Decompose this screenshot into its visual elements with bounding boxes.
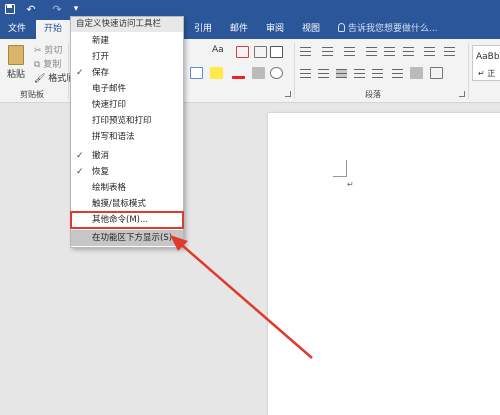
redo-icon[interactable]: ↷	[50, 2, 64, 17]
menu-item-quick-print[interactable]: 快速打印	[71, 97, 183, 113]
copy-button[interactable]: ⧉ 复制	[34, 57, 61, 70]
shading-icon[interactable]	[410, 67, 423, 79]
distributed-icon[interactable]	[372, 69, 383, 78]
menu-item-save[interactable]: 保存	[71, 65, 183, 81]
menu-item-new[interactable]: 新建	[71, 33, 183, 49]
borders-icon[interactable]	[430, 67, 443, 79]
tab-references[interactable]: 引用	[186, 20, 220, 39]
undo-icon[interactable]: ↶	[24, 2, 38, 17]
align-left-icon[interactable]	[300, 69, 311, 78]
lightbulb-icon	[338, 23, 345, 32]
sort-icon[interactable]	[424, 47, 435, 56]
bullets-icon[interactable]	[300, 47, 311, 56]
tab-file[interactable]: 文件	[2, 20, 32, 39]
paragraph-mark: ↵	[347, 180, 354, 189]
character-border-icon[interactable]	[270, 46, 283, 58]
watermark: Baidu经验	[392, 372, 471, 390]
paragraph-group-label: 段落	[365, 90, 381, 99]
paragraph-dialog-launcher-icon[interactable]	[459, 91, 465, 97]
decrease-indent-icon[interactable]	[366, 47, 377, 56]
menu-item-redo[interactable]: 恢复	[71, 164, 183, 180]
highlight-icon[interactable]	[210, 67, 223, 79]
style-preview: AaBbC	[476, 52, 500, 62]
paste-button-label[interactable]: 粘贴	[7, 67, 25, 80]
menu-item-draw-table[interactable]: 绘制表格	[71, 180, 183, 196]
menu-item-print-preview[interactable]: 打印预览和打印	[71, 113, 183, 129]
style-normal[interactable]: AaBbC ↵ 正	[472, 45, 500, 81]
line-spacing-icon[interactable]	[392, 69, 403, 78]
customize-qat-menu: 自定义快速访问工具栏 新建 打开 保存 电子邮件 快速打印 打印预览和打印 拼写…	[70, 16, 184, 248]
paste-icon[interactable]	[8, 45, 24, 65]
group-separator	[294, 43, 295, 99]
show-marks-icon[interactable]	[444, 47, 455, 56]
enclose-characters-icon[interactable]	[270, 67, 283, 79]
phonetic-guide-icon[interactable]	[254, 46, 267, 58]
menu-item-show-below-ribbon[interactable]: 在功能区下方显示(S)	[71, 230, 183, 246]
cut-button[interactable]: ✂ 剪切	[34, 43, 62, 56]
cut-label: 剪切	[44, 46, 63, 56]
page-corner-mark	[333, 160, 347, 177]
clear-format-icon[interactable]	[236, 46, 249, 58]
customize-qat-button[interactable]: ▾	[70, 2, 82, 17]
tab-view[interactable]: 视图	[294, 20, 328, 39]
character-shading-icon[interactable]	[252, 67, 265, 79]
numbering-icon[interactable]	[322, 47, 333, 56]
font-color-icon[interactable]	[232, 67, 245, 79]
copy-label: 复制	[43, 60, 62, 70]
chinese-layout-icon[interactable]	[403, 47, 414, 56]
clipboard-group-label: 剪贴板	[20, 90, 44, 99]
menu-item-more-commands[interactable]: 其他命令(M)...	[70, 211, 184, 229]
menu-item-undo[interactable]: 撤消	[71, 148, 183, 164]
tell-me-text: 告诉我您想要做什么...	[348, 24, 438, 34]
tab-review[interactable]: 审阅	[258, 20, 292, 39]
style-name: ↵ 正	[478, 69, 496, 78]
tell-me-search[interactable]: 告诉我您想要做什么...	[338, 20, 438, 39]
watermark-url: jingyan.baidu.com	[410, 392, 484, 401]
menu-item-email[interactable]: 电子邮件	[71, 81, 183, 97]
font-dialog-launcher-icon[interactable]	[285, 91, 291, 97]
multilevel-list-icon[interactable]	[344, 47, 355, 56]
save-icon[interactable]	[3, 2, 17, 17]
group-separator	[68, 43, 69, 99]
align-right-icon[interactable]	[336, 69, 347, 78]
tab-home[interactable]: 开始	[36, 20, 70, 39]
align-center-icon[interactable]	[318, 69, 329, 78]
change-case-button[interactable]: Aa	[212, 45, 224, 55]
tab-mailings[interactable]: 邮件	[222, 20, 256, 39]
menu-item-open[interactable]: 打开	[71, 49, 183, 65]
menu-title: 自定义快速访问工具栏	[71, 17, 183, 32]
group-separator	[468, 43, 469, 99]
increase-indent-icon[interactable]	[384, 47, 395, 56]
justify-icon[interactable]	[354, 69, 365, 78]
menu-item-touch-mode[interactable]: 触摸/鼠标模式	[71, 196, 183, 212]
text-effects-icon[interactable]	[190, 67, 203, 79]
menu-item-spelling[interactable]: 拼写和语法	[71, 129, 183, 145]
